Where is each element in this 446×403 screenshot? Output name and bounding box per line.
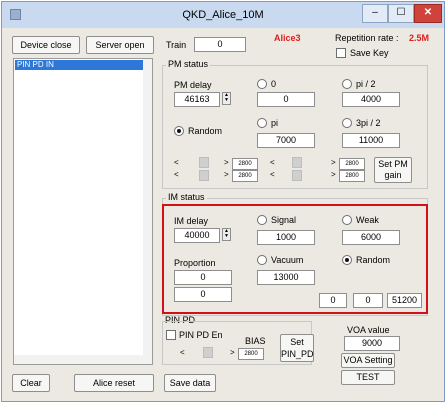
slider-b-thumb[interactable] — [292, 157, 302, 168]
slider-a-thumb[interactable] — [199, 157, 209, 168]
pm-status-title: PM status — [166, 59, 211, 69]
pm-random-label: Random — [188, 126, 223, 136]
pin-pd-enable-checkbox[interactable] — [166, 330, 176, 340]
pm-3pi-half-field[interactable]: 11000 — [342, 133, 400, 148]
slider-b-top-value[interactable]: 2800 — [339, 158, 365, 170]
slider-a2-left-arrow[interactable]: < — [174, 170, 179, 179]
pm-0-radio[interactable] — [257, 79, 267, 89]
slider-b2-left-arrow[interactable]: < — [270, 170, 275, 179]
slider-b2-right-arrow[interactable]: > — [331, 170, 336, 179]
pm-pi-half-field[interactable]: 4000 — [342, 92, 400, 107]
voa-setting-button[interactable]: VOA Setting — [341, 353, 395, 368]
slider-a-bottom-value[interactable]: 2800 — [232, 170, 258, 182]
bias-value[interactable]: 2800 — [238, 348, 264, 360]
bias-slider-thumb[interactable] — [203, 347, 213, 358]
slider-a2-thumb[interactable] — [199, 170, 209, 181]
pm-3pi-half-radio[interactable] — [342, 118, 352, 128]
pm-random-radio[interactable] — [174, 126, 184, 136]
alice-tag: Alice3 — [274, 33, 301, 43]
pm-pi-half-radio[interactable] — [342, 79, 352, 89]
train-field[interactable]: 0 — [194, 37, 246, 52]
voa-value-label: VOA value — [347, 325, 390, 335]
list-horizontal-scrollbar[interactable] — [14, 355, 144, 364]
pm-pi-half-label: pi / 2 — [356, 79, 376, 89]
pm-pi-radio[interactable] — [257, 118, 267, 128]
train-label: Train — [166, 40, 187, 50]
server-open-button[interactable]: Server open — [86, 36, 154, 54]
bias-label: BIAS — [245, 336, 266, 346]
pm-pi-label: pi — [271, 118, 279, 128]
pin-pd-enable-label: PIN PD En — [179, 330, 223, 340]
slider-b-bottom-value[interactable]: 2800 — [339, 170, 365, 182]
list-vertical-scrollbar[interactable] — [143, 59, 152, 364]
alice-reset-button[interactable]: Alice reset — [74, 374, 154, 392]
device-close-button[interactable]: Device close — [12, 36, 80, 54]
test-button[interactable]: TEST — [341, 370, 395, 385]
pm-delay-field[interactable]: 46163 — [174, 92, 220, 107]
clear-button[interactable]: Clear — [12, 374, 50, 392]
bias-left-arrow[interactable]: < — [180, 348, 185, 357]
maximize-button[interactable]: ☐ — [388, 4, 414, 23]
repetition-rate-value: 2.5M — [409, 33, 430, 43]
minimize-button[interactable]: – — [362, 4, 388, 23]
save-data-button[interactable]: Save data — [164, 374, 216, 392]
pm-3pi-half-label: 3pi / 2 — [356, 118, 381, 128]
pm-0-field[interactable]: 0 — [257, 92, 315, 107]
slider-b2-thumb[interactable] — [292, 170, 302, 181]
pm-pi-field[interactable]: 7000 — [257, 133, 315, 148]
voa-value-field[interactable]: 9000 — [344, 336, 400, 351]
slider-b-left-arrow[interactable]: < — [270, 158, 275, 167]
save-key-checkbox[interactable] — [336, 48, 346, 58]
list-item[interactable]: PIN PD IN — [15, 60, 151, 70]
slider-a-right-arrow[interactable]: > — [224, 158, 229, 167]
slider-a-left-arrow[interactable]: < — [174, 158, 179, 167]
pm-0-label: 0 — [271, 79, 277, 89]
save-key-label: Save Key — [350, 48, 389, 58]
bias-right-arrow[interactable]: > — [230, 348, 235, 357]
pm-delay-spinner[interactable]: ▲ ▼ — [222, 92, 231, 105]
slider-a2-right-arrow[interactable]: > — [224, 170, 229, 179]
repetition-rate-label: Repetition rate : — [335, 33, 399, 43]
close-button[interactable]: ✕ — [414, 4, 442, 23]
app-window: QKD_Alice_10M – ☐ ✕ Device close Server … — [1, 1, 445, 402]
title-bar: QKD_Alice_10M – ☐ ✕ — [2, 2, 444, 28]
device-list[interactable]: PIN PD IN — [13, 58, 153, 365]
set-pin-pd-button[interactable]: Set PIN_PD — [280, 334, 314, 362]
slider-a-top-value[interactable]: 2800 — [232, 158, 258, 170]
pm-delay-label: PM delay — [174, 80, 212, 90]
im-status-title: IM status — [166, 192, 207, 202]
highlight-box — [162, 204, 428, 314]
set-pm-gain-button[interactable]: Set PM gain — [374, 157, 412, 183]
slider-b-right-arrow[interactable]: > — [331, 158, 336, 167]
